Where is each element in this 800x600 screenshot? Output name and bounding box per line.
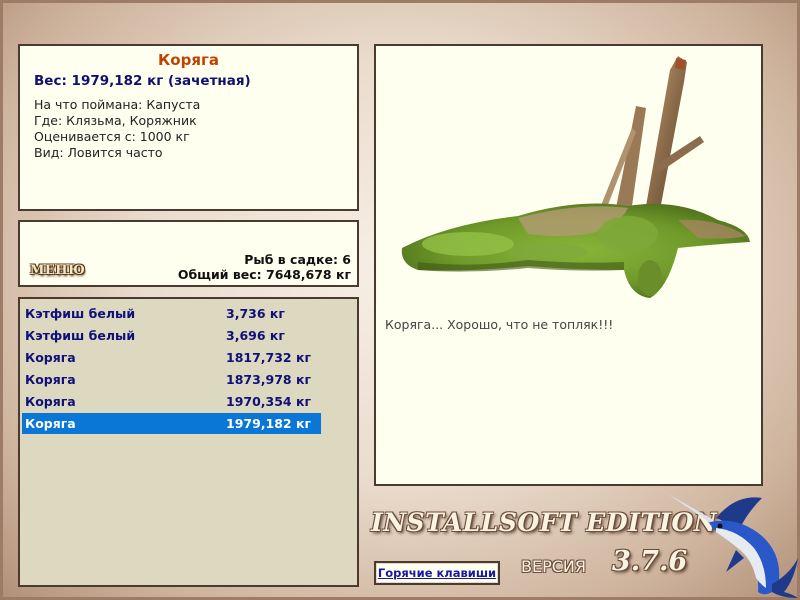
catch-weight: 3,736 кг [226, 306, 285, 321]
catch-row[interactable]: Кэтфиш белый 3,736 кг [22, 303, 321, 324]
catch-row[interactable]: Кэтфиш белый 3,696 кг [22, 325, 321, 346]
catch-name: Коряга [25, 394, 76, 409]
rated-from-info: Оценивается с: 1000 кг [34, 129, 190, 144]
total-weight: Общий вес: 7648,678 кг [177, 267, 351, 282]
fish-picture-panel: Коряга... Хорошо, что не топляк!!! [374, 44, 763, 486]
catch-name: Кэтфиш белый [25, 328, 136, 343]
bait-info: На что поймана: Капуста [34, 97, 201, 112]
catch-weight: 1970,354 кг [226, 394, 311, 409]
catch-name: Коряга [25, 416, 76, 431]
catch-weight: 1979,182 кг [226, 416, 311, 431]
catch-row-selected[interactable]: Коряга 1979,182 кг [22, 413, 321, 434]
catch-row[interactable]: Коряга 1873,978 кг [22, 369, 321, 390]
marlin-fish-logo-icon [668, 494, 798, 598]
catch-weight: 1873,978 кг [226, 372, 311, 387]
catch-row[interactable]: Коряга 1970,354 кг [22, 391, 321, 412]
frequency-info: Вид: Ловится часто [34, 145, 163, 160]
catch-weight: 3,696 кг [226, 328, 285, 343]
fish-title: Коряга [158, 51, 219, 69]
fish-comment: Коряга... Хорошо, что не топляк!!! [385, 317, 614, 332]
catch-list: Кэтфиш белый 3,736 кг Кэтфиш белый 3,696… [18, 297, 359, 587]
catch-row[interactable]: Коряга 1817,732 кг [22, 347, 321, 368]
location-info: Где: Клязьма, Коряжник [34, 113, 197, 128]
catch-weight: 1817,732 кг [226, 350, 311, 365]
fish-count: Рыб в садке: 6 [244, 252, 351, 267]
catch-name: Кэтфиш белый [25, 306, 136, 321]
catch-name: Коряга [25, 350, 76, 365]
keepnet-summary-panel: МЕНЮ Рыб в садке: 6 Общий вес: 7648,678 … [18, 220, 359, 287]
fish-weight: Вес: 1979,182 кг (зачетная) [34, 73, 251, 89]
catch-name: Коряга [25, 372, 76, 387]
version-label: ВЕРСИЯ [521, 557, 586, 576]
menu-button[interactable]: МЕНЮ [30, 263, 85, 278]
hotkeys-button[interactable]: Горячие клавиши [374, 561, 500, 585]
catch-info-panel: Коряга Вес: 1979,182 кг (зачетная) На чт… [18, 44, 359, 211]
driftwood-snag-image [401, 56, 750, 298]
